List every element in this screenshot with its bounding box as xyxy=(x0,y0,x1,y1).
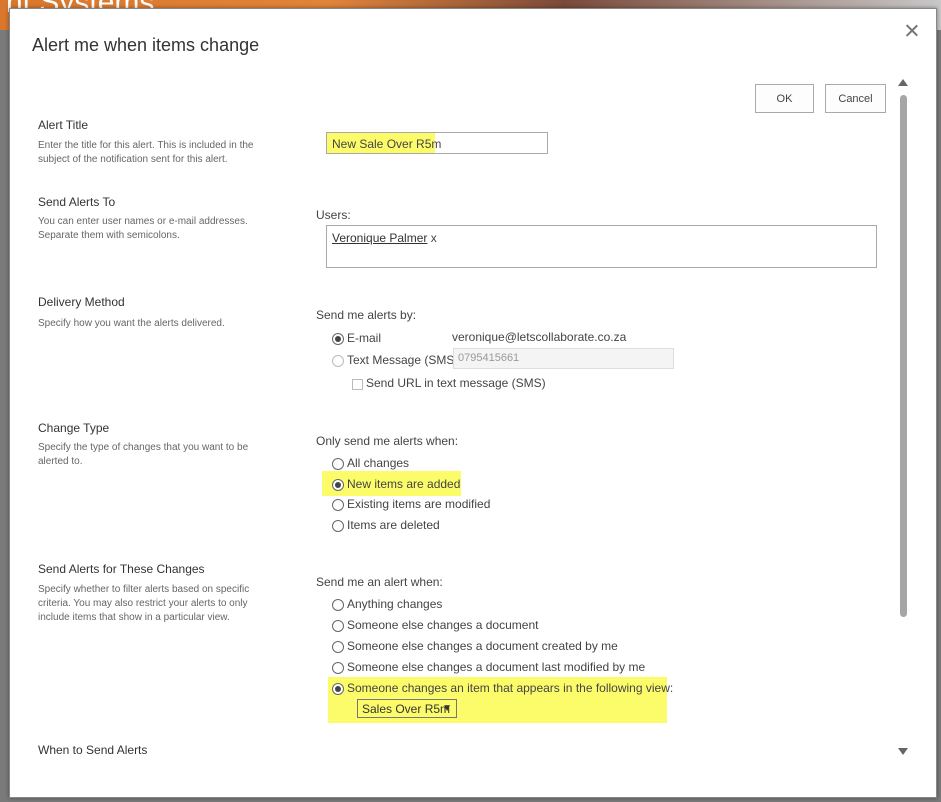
email-address: veronique@letscollaborate.co.za xyxy=(452,330,627,344)
email-radio[interactable] xyxy=(332,333,344,345)
sms-number-value: 0795415661 xyxy=(458,352,520,364)
delivery-description: Specify how you want the alerts delivere… xyxy=(38,318,225,329)
filter-heading: Send Alerts for These Changes xyxy=(38,562,205,576)
deleted-items-label: Items are deleted xyxy=(347,518,440,532)
remove-user-icon[interactable]: x xyxy=(431,231,437,245)
all-changes-radio[interactable] xyxy=(332,458,344,470)
view-select-value: Sales Over R5m xyxy=(362,701,451,716)
send-to-description: You can enter user names or e-mail addre… xyxy=(38,216,248,241)
change-type-heading: Change Type xyxy=(38,421,110,435)
all-changes-label: All changes xyxy=(347,456,410,470)
filter-label: Send me an alert when: xyxy=(316,575,443,589)
scroll-up-icon[interactable] xyxy=(898,79,908,86)
user-token[interactable]: Veronique Palmer xyxy=(332,231,427,245)
alert-dialog: Alert me when items change OK Cancel Ale… xyxy=(9,8,937,798)
sms-label: Text Message (SMS) xyxy=(347,353,459,367)
sms-number-field[interactable]: 0795415661 xyxy=(453,348,674,369)
alert-title-input[interactable]: New Sale Over R5m xyxy=(326,132,548,154)
anything-changes-label: Anything changes xyxy=(347,597,443,611)
new-items-radio[interactable] xyxy=(332,479,344,491)
send-to-heading: Send Alerts To xyxy=(38,195,116,209)
email-label: E-mail xyxy=(347,331,382,345)
else-changes-doc-label: Someone else changes a document xyxy=(347,618,539,632)
view-filter-label: Someone changes an item that appears in … xyxy=(347,681,674,695)
alert-title-heading: Alert Title xyxy=(38,118,89,132)
else-changes-created-radio[interactable] xyxy=(332,641,344,653)
deleted-items-radio[interactable] xyxy=(332,520,344,532)
modified-items-label: Existing items are modified xyxy=(347,497,491,511)
view-filter-radio[interactable] xyxy=(332,683,344,695)
change-type-description: Specify the type of changes that you wan… xyxy=(38,442,249,467)
sms-radio[interactable] xyxy=(332,355,344,367)
alert-title-description: Enter the title for this alert. This is … xyxy=(38,140,254,165)
users-field[interactable]: Veronique Palmer x xyxy=(326,225,877,268)
modified-items-radio[interactable] xyxy=(332,499,344,511)
chevron-down-icon: ▼ xyxy=(442,703,452,714)
new-items-label: New items are added xyxy=(347,477,461,491)
alert-title-value: New Sale Over R5m xyxy=(332,137,442,151)
delivery-label: Send me alerts by: xyxy=(316,308,417,322)
scroll-down-icon[interactable] xyxy=(898,748,908,755)
else-changes-doc-radio[interactable] xyxy=(332,620,344,632)
send-url-label: Send URL in text message (SMS) xyxy=(366,376,546,390)
dialog-title: Alert me when items change xyxy=(32,35,260,55)
anything-changes-radio[interactable] xyxy=(332,599,344,611)
else-changes-modified-label: Someone else changes a document last mod… xyxy=(347,660,646,674)
delivery-heading: Delivery Method xyxy=(38,295,125,309)
scrollbar-thumb[interactable] xyxy=(900,95,907,617)
close-icon[interactable] xyxy=(904,23,920,39)
filter-description: Specify whether to filter alerts based o… xyxy=(38,584,250,623)
ok-button[interactable]: OK xyxy=(755,84,814,113)
change-type-label: Only send me alerts when: xyxy=(316,434,459,448)
cancel-button[interactable]: Cancel xyxy=(825,84,886,113)
users-label: Users: xyxy=(316,208,351,222)
send-url-checkbox[interactable] xyxy=(352,379,363,390)
else-changes-created-label: Someone else changes a document created … xyxy=(347,639,618,653)
view-select[interactable]: Sales Over R5m ▼ xyxy=(357,699,457,718)
when-heading: When to Send Alerts xyxy=(38,743,148,757)
else-changes-modified-radio[interactable] xyxy=(332,662,344,674)
